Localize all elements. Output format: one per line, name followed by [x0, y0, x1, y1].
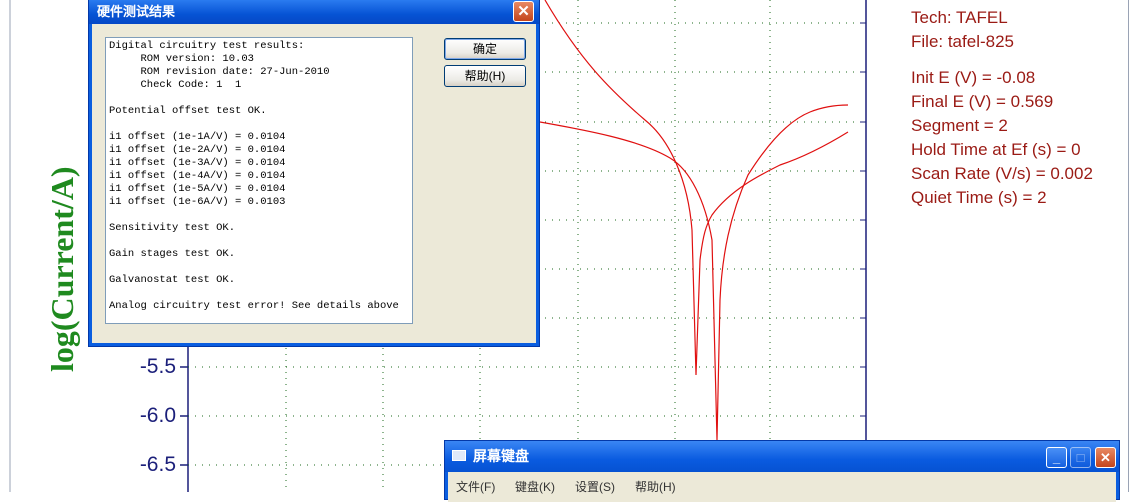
- info-tech: Tech: TAFEL: [911, 8, 1008, 27]
- keyboard-icon: [452, 450, 466, 461]
- result-line: i1 offset (1e-2A/V) = 0.0104: [109, 144, 286, 156]
- tafel-curve-1: [544, 0, 849, 376]
- keyboard-window-title: 屏幕键盘: [473, 448, 529, 464]
- result-line: Potential offset test OK.: [109, 105, 267, 117]
- result-line: [109, 235, 412, 248]
- keyboard-title-bar[interactable]: 屏幕键盘 _ □ ✕: [445, 441, 1119, 472]
- result-line: i1 offset (1e-6A/V) = 0.0103: [109, 196, 286, 208]
- result-line: [109, 209, 412, 222]
- menu-keyboard[interactable]: 键盘(K): [515, 478, 555, 495]
- info-init-e: Init E (V) = -0.08: [911, 68, 1036, 87]
- result-line: i1 offset (1e-5A/V) = 0.0104: [109, 183, 286, 195]
- menu-help[interactable]: 帮助(H): [635, 478, 676, 495]
- result-line: Analog circuitry test error! See details…: [109, 300, 399, 312]
- result-line: [109, 287, 412, 300]
- tafel-curve-2: [539, 104, 849, 441]
- hardware-test-dialog: 硬件测试结果 ✕ Digital circuitry test results:…: [88, 0, 540, 347]
- result-line: [109, 92, 412, 105]
- menu-file[interactable]: 文件(F): [456, 478, 495, 495]
- menu-settings[interactable]: 设置(S): [575, 478, 615, 495]
- result-line: Sensitivity test OK.: [109, 222, 236, 234]
- test-results-textbox[interactable]: Digital circuitry test results: ROM vers…: [105, 37, 413, 324]
- y-tick-label: -6.5: [139, 453, 176, 476]
- info-file: File: tafel-825: [911, 32, 1014, 51]
- dialog-title-bar[interactable]: 硬件测试结果 ✕: [89, 0, 539, 24]
- result-line: Check Code: 1 1: [109, 79, 242, 91]
- y-tick-label: -5.5: [139, 355, 176, 378]
- info-quiet-time: Quiet Time (s) = 2: [911, 188, 1047, 207]
- maximize-button[interactable]: □: [1070, 447, 1091, 468]
- result-line: i1 offset (1e-1A/V) = 0.0104: [109, 131, 286, 143]
- result-line: i1 offset (1e-3A/V) = 0.0104: [109, 157, 286, 169]
- y-tick-label: -6.0: [139, 404, 176, 427]
- result-line: Digital circuitry test results:: [109, 40, 305, 52]
- result-line: i1 offset (1e-4A/V) = 0.0104: [109, 170, 286, 182]
- y-axis-label: log(Current/A): [44, 166, 80, 372]
- result-line: Gain stages test OK.: [109, 248, 236, 260]
- info-final-e: Final E (V) = 0.569: [911, 92, 1054, 111]
- dialog-body: Digital circuitry test results: ROM vers…: [92, 24, 536, 343]
- info-scan-rate: Scan Rate (V/s) = 0.002: [911, 164, 1093, 183]
- result-line: Galvanostat test OK.: [109, 274, 236, 286]
- minimize-button[interactable]: _: [1046, 447, 1067, 468]
- result-line: ROM version: 10.03: [109, 53, 254, 65]
- keyboard-menu-bar: 文件(F) 键盘(K) 设置(S) 帮助(H): [448, 472, 1116, 502]
- right-window-edge: [1128, 0, 1145, 492]
- on-screen-keyboard-window: 屏幕键盘 _ □ ✕ 文件(F) 键盘(K) 设置(S) 帮助(H): [444, 440, 1120, 502]
- info-segment: Segment = 2: [911, 116, 1008, 135]
- dialog-close-button[interactable]: ✕: [513, 1, 534, 22]
- result-line: [109, 261, 412, 274]
- keyboard-close-button[interactable]: ✕: [1095, 447, 1116, 468]
- ok-button[interactable]: 确定: [444, 38, 526, 60]
- result-line: [109, 118, 412, 131]
- info-hold-time: Hold Time at Ef (s) = 0: [911, 140, 1081, 159]
- result-line: ROM revision date: 27-Jun-2010: [109, 66, 330, 78]
- dialog-title: 硬件测试结果: [97, 4, 176, 19]
- help-button[interactable]: 帮助(H): [444, 65, 526, 87]
